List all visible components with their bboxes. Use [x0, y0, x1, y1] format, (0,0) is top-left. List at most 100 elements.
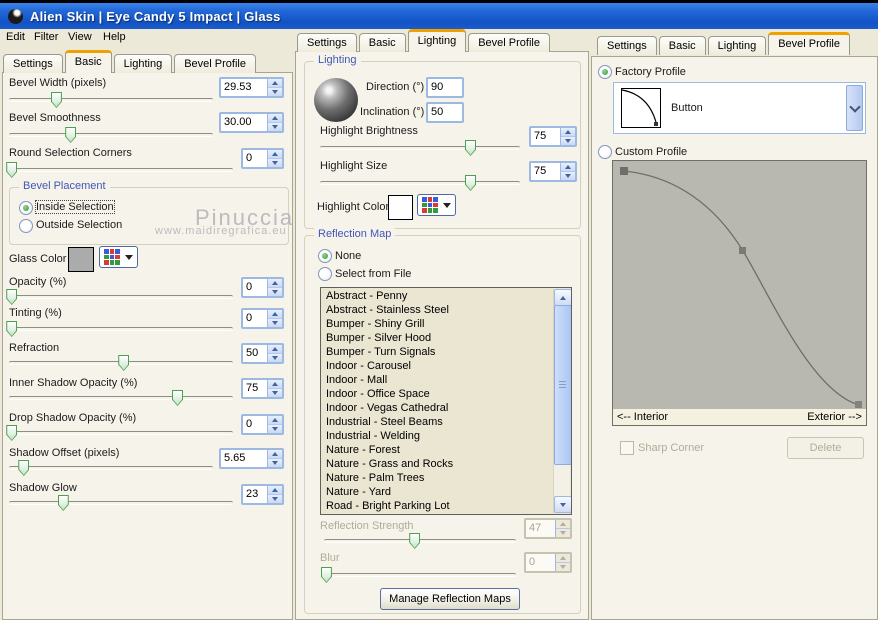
list-item[interactable]: Nature - Yard — [321, 485, 554, 499]
inner-shadow-slider[interactable] — [9, 390, 233, 406]
highlight-size-slider-thumb[interactable] — [465, 175, 476, 191]
list-item[interactable]: Abstract - Penny — [321, 289, 554, 303]
shadow-offset-slider-thumb[interactable] — [18, 460, 30, 476]
list-item[interactable]: Indoor - Carousel — [321, 359, 554, 373]
refraction-slider-thumb[interactable] — [118, 355, 130, 371]
left-tab-basic[interactable]: Basic — [64, 50, 112, 73]
refraction-input[interactable]: 50 — [243, 345, 267, 362]
spin-up-button[interactable] — [268, 114, 282, 123]
list-item[interactable]: Indoor - Mall — [321, 373, 554, 387]
list-item[interactable]: Bumper - Turn Signals — [321, 345, 554, 359]
menu-view[interactable]: View — [68, 31, 92, 43]
round-corners-slider-thumb[interactable] — [6, 162, 18, 178]
list-item[interactable]: Nature - Grass and Rocks — [321, 457, 554, 471]
factory-profile-radio[interactable] — [598, 65, 612, 79]
scroll-up-button[interactable] — [554, 289, 571, 306]
factory-profile-label[interactable]: Factory Profile — [615, 66, 686, 78]
spin-down-button[interactable] — [268, 288, 282, 296]
spin-up-button[interactable] — [268, 380, 282, 389]
spin-down-button[interactable] — [268, 389, 282, 397]
shadow-glow-input[interactable]: 23 — [243, 486, 267, 503]
spin-down-button[interactable] — [268, 123, 282, 131]
spin-up-button[interactable] — [268, 150, 282, 159]
scrollbar-thumb[interactable] — [554, 305, 571, 465]
outside-selection-label[interactable]: Outside Selection — [36, 219, 122, 231]
list-item[interactable]: Bumper - Silver Hood — [321, 331, 554, 345]
spin-down-button[interactable] — [268, 159, 282, 167]
reflection-none-label[interactable]: None — [335, 250, 361, 262]
list-item[interactable]: Nature - Palm Trees — [321, 471, 554, 485]
tinting-input[interactable]: 0 — [243, 310, 267, 327]
factory-profile-dropdown[interactable]: Button — [613, 82, 866, 134]
left-tab-bevel-profile[interactable]: Bevel Profile — [174, 54, 256, 73]
reflection-none-radio[interactable] — [318, 249, 332, 263]
inside-selection-radio[interactable] — [19, 201, 33, 215]
list-item[interactable]: Road - Bright Parking Lot — [321, 499, 554, 513]
bevel-width-slider-thumb[interactable] — [50, 92, 62, 108]
opacity-input[interactable]: 0 — [243, 279, 267, 296]
spin-up-button[interactable] — [268, 79, 282, 88]
right-tab-bevel-profile[interactable]: Bevel Profile — [768, 32, 850, 55]
spin-down-button[interactable] — [268, 495, 282, 503]
middle-tab-basic[interactable]: Basic — [358, 33, 406, 52]
highlight-size-input[interactable]: 75 — [531, 163, 560, 180]
spin-down-button[interactable] — [268, 459, 282, 467]
shadow-offset-input[interactable]: 5.65 — [221, 450, 267, 467]
refraction-slider[interactable] — [9, 355, 233, 371]
shadow-glow-slider-thumb[interactable] — [57, 495, 69, 511]
opacity-slider[interactable] — [6, 289, 233, 305]
drop-shadow-input[interactable]: 0 — [243, 416, 267, 433]
glass-color-picker-button[interactable] — [99, 246, 138, 268]
menu-filter[interactable]: Filter — [34, 31, 58, 43]
bevel-smoothness-slider-thumb[interactable] — [65, 127, 77, 143]
light-direction-sphere[interactable] — [314, 78, 358, 122]
outside-selection-radio[interactable] — [19, 219, 33, 233]
custom-profile-label[interactable]: Custom Profile — [615, 146, 687, 158]
listbox-scrollbar[interactable] — [553, 289, 571, 513]
bevel-width-input[interactable]: 29.53 — [221, 79, 267, 96]
drop-shadow-slider[interactable] — [6, 425, 233, 441]
inside-selection-label[interactable]: Inside Selection — [35, 200, 115, 214]
middle-tab-settings[interactable]: Settings — [297, 33, 357, 52]
right-tab-basic[interactable]: Basic — [658, 36, 706, 55]
list-item[interactable]: Nature - Forest — [321, 443, 554, 457]
shadow-offset-slider[interactable] — [9, 460, 213, 476]
bevel-width-slider[interactable] — [9, 92, 213, 108]
spin-up-button[interactable] — [268, 416, 282, 425]
inner-shadow-slider-thumb[interactable] — [172, 390, 183, 406]
shadow-glow-slider[interactable] — [9, 495, 233, 511]
menu-help[interactable]: Help — [103, 31, 126, 43]
highlight-size-slider[interactable] — [320, 175, 520, 191]
spin-up-button[interactable] — [268, 310, 282, 319]
dropdown-scroll-strip[interactable] — [846, 85, 863, 131]
round-corners-slider[interactable] — [6, 162, 233, 178]
tinting-slider-thumb[interactable] — [6, 321, 18, 337]
list-item[interactable]: Bumper - Shiny Grill — [321, 317, 554, 331]
list-item[interactable]: Indoor - Office Space — [321, 387, 554, 401]
middle-tab-bevel-profile[interactable]: Bevel Profile — [468, 33, 550, 52]
spin-down-button[interactable] — [268, 319, 282, 327]
spin-up-button[interactable] — [561, 163, 575, 172]
opacity-slider-thumb[interactable] — [6, 289, 18, 305]
spin-up-button[interactable] — [268, 486, 282, 495]
list-item[interactable]: Abstract - Stainless Steel — [321, 303, 554, 317]
inner-shadow-input[interactable]: 75 — [243, 380, 267, 397]
select-from-file-radio[interactable] — [318, 267, 332, 281]
reflection-map-listbox[interactable]: Abstract - Penny Abstract - Stainless St… — [320, 287, 572, 515]
spin-up-button[interactable] — [268, 345, 282, 354]
spin-up-button[interactable] — [561, 128, 575, 137]
select-from-file-label[interactable]: Select from File — [335, 268, 411, 280]
left-tab-lighting[interactable]: Lighting — [113, 54, 173, 73]
spin-down-button[interactable] — [268, 88, 282, 96]
round-corners-input[interactable]: 0 — [243, 150, 267, 167]
highlight-brightness-slider-thumb[interactable] — [465, 140, 476, 156]
spin-down-button[interactable] — [561, 172, 575, 180]
spin-down-button[interactable] — [268, 425, 282, 433]
highlight-color-picker-button[interactable] — [417, 194, 456, 216]
menu-edit[interactable]: Edit — [6, 31, 25, 43]
list-item[interactable]: Industrial - Welding — [321, 429, 554, 443]
drop-shadow-slider-thumb[interactable] — [6, 425, 18, 441]
direction-input[interactable]: 90 — [428, 79, 462, 96]
middle-tab-lighting[interactable]: Lighting — [407, 29, 467, 52]
inclination-input[interactable]: 50 — [428, 104, 462, 121]
